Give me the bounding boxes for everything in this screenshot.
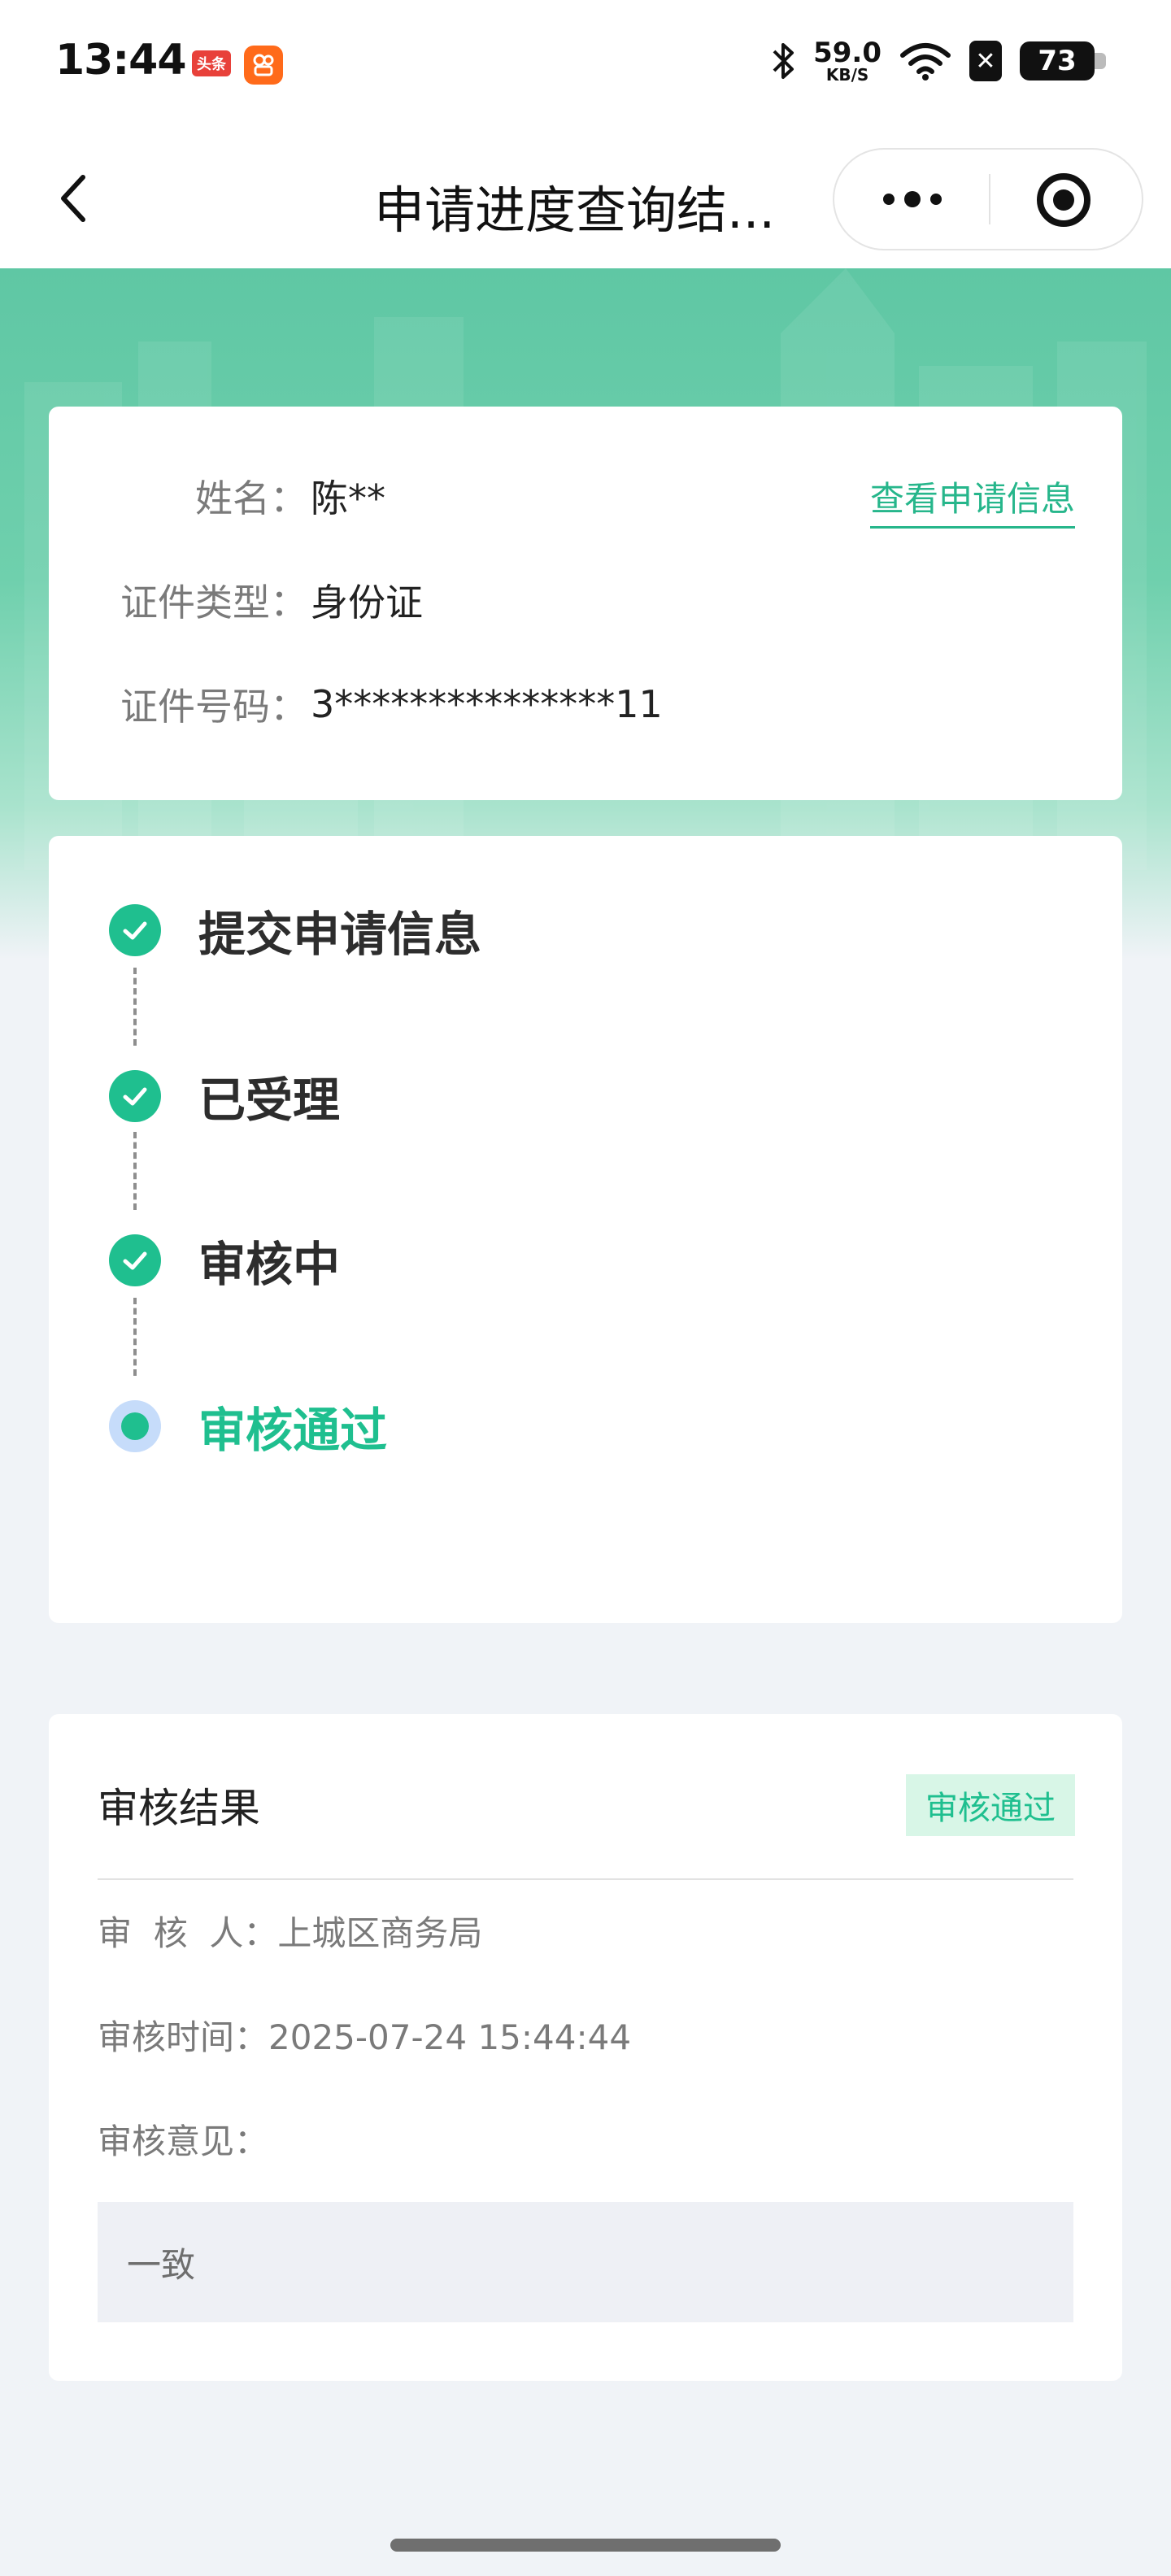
wifi-icon — [900, 43, 951, 80]
step-reviewing: 审核中 — [109, 1226, 340, 1295]
info-row-id-number: 证件号码： 3***************11 — [49, 680, 663, 729]
review-time-value: 2025-07-24 15:44:44 — [268, 2017, 632, 2057]
result-title: 审核结果 — [98, 1785, 260, 1832]
step-label: 审核中 — [198, 1237, 341, 1292]
net-speed-value: 59.0 — [813, 37, 882, 69]
info-row-id-type: 证件类型： 身份证 — [49, 576, 423, 624]
info-value: 身份证 — [311, 581, 423, 624]
info-value: 陈** — [311, 476, 385, 520]
review-opinion-label: 审核意见： — [98, 2121, 269, 2161]
check-icon — [109, 1070, 161, 1122]
step-connector — [133, 1132, 137, 1210]
more-dot-icon — [904, 191, 921, 207]
reviewer-row: 审 核 人：上城区商务局 — [98, 1906, 482, 1956]
view-application-link[interactable]: 查看申请信息 — [869, 472, 1075, 529]
status-badge: 审核通过 — [906, 1774, 1075, 1836]
info-label: 证件类型： — [120, 581, 307, 624]
current-step-icon — [109, 1400, 161, 1452]
review-time-label: 审核时间： — [98, 2017, 269, 2057]
more-dot-icon — [883, 194, 895, 205]
chevron-left-icon — [61, 175, 85, 222]
page-title: 申请进度查询结... — [374, 181, 776, 240]
step-label: 已受理 — [198, 1073, 341, 1128]
info-label: 证件号码： — [120, 685, 307, 729]
step-approved: 审核通过 — [109, 1392, 387, 1460]
capsule-divider — [989, 174, 990, 224]
net-speed: 59.0 KB/S — [813, 39, 882, 83]
info-value: 3***************11 — [311, 682, 663, 726]
step-connector — [133, 968, 137, 1046]
step-label: 提交申请信息 — [198, 907, 482, 962]
toutiao-app-icon: 头条 — [192, 50, 231, 76]
status-icons: 59.0 KB/S ✕ 73 — [771, 39, 1106, 83]
step-submit: 提交申请信息 — [109, 896, 481, 964]
status-bar: 13:44 头条 59.0 KB/S ✕ 73 — [0, 0, 1171, 130]
review-time-row: 审核时间：2025-07-24 15:44:44 — [98, 2010, 631, 2060]
mini-program-capsule — [833, 148, 1143, 250]
check-icon — [109, 1234, 161, 1286]
nav-bar: 申请进度查询结... — [0, 130, 1171, 268]
review-result-card: 审核结果 审核通过 审 核 人：上城区商务局 审核时间：2025-07-24 1… — [49, 1714, 1122, 2381]
net-speed-unit: KB/S — [825, 65, 869, 85]
close-mini-program-button[interactable] — [1034, 171, 1093, 229]
battery-icon: 73 — [1020, 41, 1106, 80]
applicant-info-card: 姓名： 陈** 查看申请信息 证件类型： 身份证 证件号码： 3********… — [49, 407, 1122, 800]
home-indicator[interactable] — [390, 2539, 781, 2552]
info-label: 姓名： — [195, 476, 307, 520]
sim-off-icon: ✕ — [969, 41, 1002, 81]
step-label: 审核通过 — [198, 1403, 388, 1458]
kuaishou-app-icon — [244, 46, 283, 85]
bluetooth-icon — [773, 43, 794, 79]
check-icon — [109, 904, 161, 956]
divider — [98, 1878, 1073, 1880]
more-button[interactable] — [864, 150, 961, 249]
more-dot-icon — [930, 194, 942, 205]
reviewer-label: 审 核 人： — [98, 1913, 278, 1953]
back-button[interactable] — [41, 166, 106, 231]
progress-card: 提交申请信息 已受理 审核中 审核通过 — [49, 836, 1122, 1623]
info-row-name: 姓名： 陈** — [49, 472, 385, 520]
step-accepted: 已受理 — [109, 1062, 340, 1130]
status-time: 13:44 — [55, 36, 187, 85]
reviewer-value: 上城区商务局 — [277, 1913, 483, 1953]
review-opinion-box: 一致 — [98, 2202, 1073, 2322]
step-connector — [133, 1298, 137, 1376]
